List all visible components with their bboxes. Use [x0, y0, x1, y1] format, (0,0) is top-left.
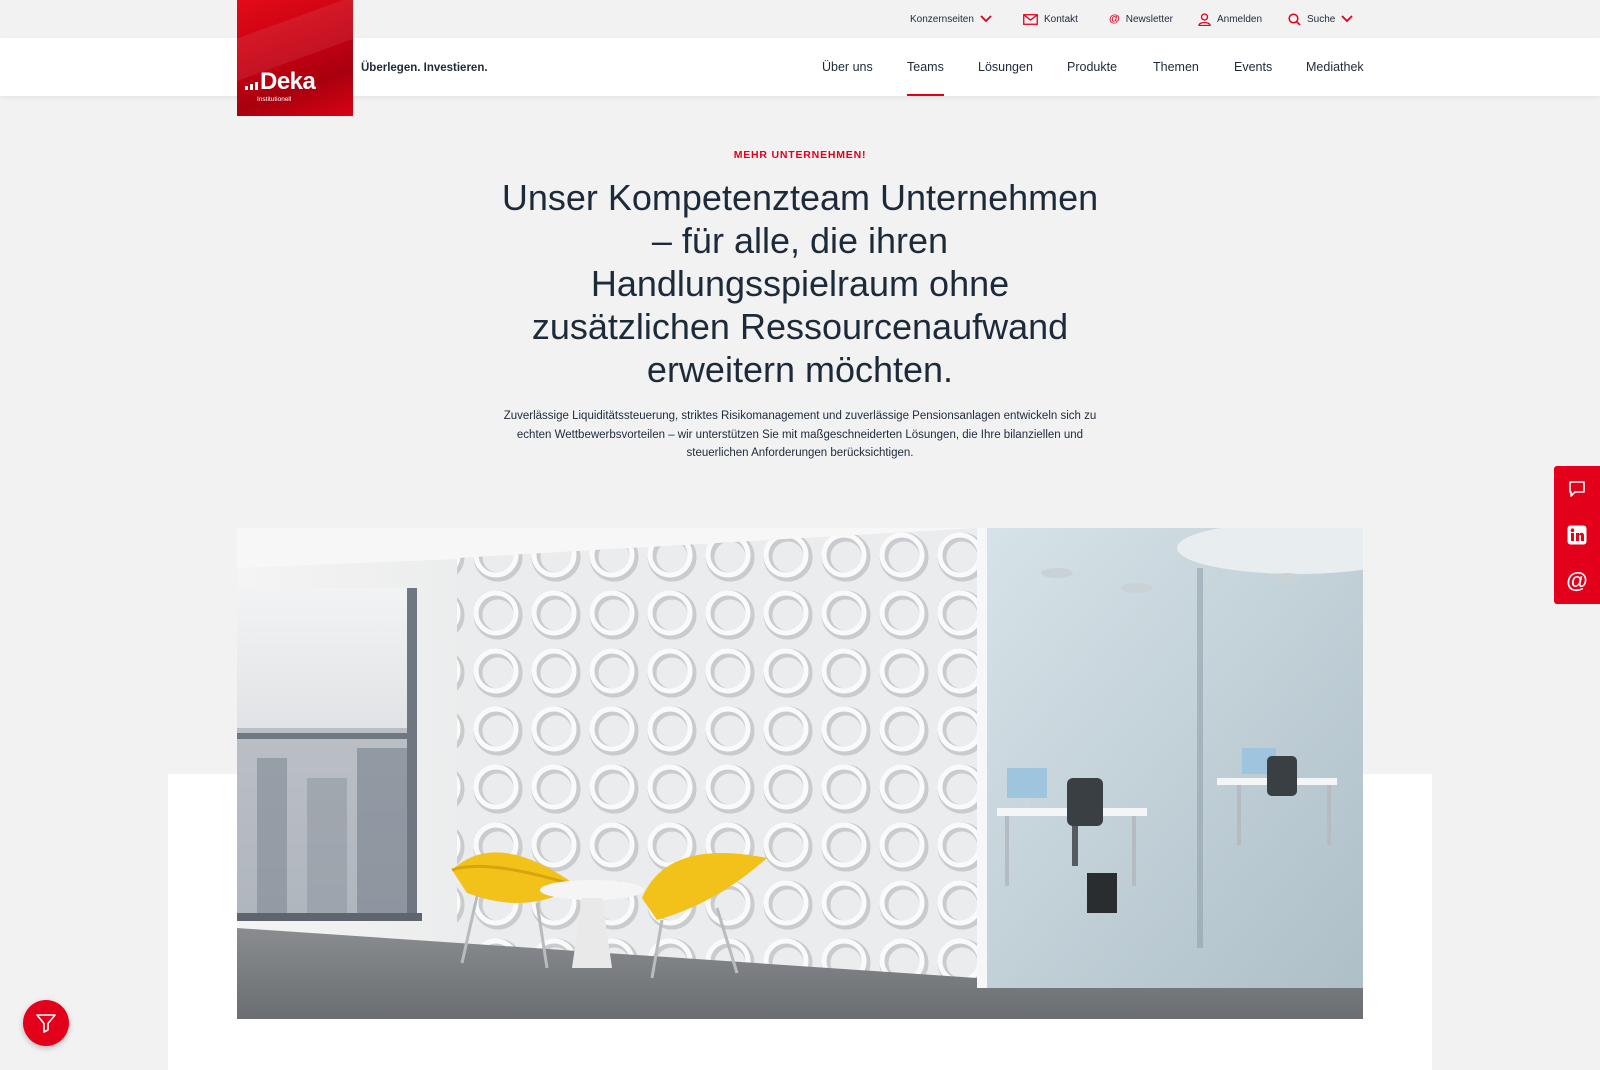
logo-subtitle: Institutionell: [257, 96, 292, 103]
suche-label: Suche: [1307, 13, 1336, 25]
filter-icon: [36, 1014, 56, 1033]
nav-item-loesungen[interactable]: Lösungen: [978, 38, 1033, 96]
chevron-down-icon: [1341, 15, 1353, 23]
deka-logo[interactable]: Deka Institutionell: [237, 0, 353, 116]
nav-item-label: Produkte: [1067, 60, 1118, 74]
nav-item-label: Themen: [1153, 60, 1199, 74]
kontakt-link[interactable]: Kontakt: [1023, 0, 1078, 38]
newsletter-label: Newsletter: [1125, 13, 1173, 25]
nav-item-label: Lösungen: [978, 60, 1033, 74]
hero-eyebrow: MEHR UNTERNEHMEN!: [733, 149, 867, 161]
search-icon: [1288, 12, 1301, 26]
chat-icon: [1569, 481, 1585, 497]
konzernseiten-dropdown[interactable]: Konzernseiten: [910, 0, 992, 38]
at-icon: @: [1109, 13, 1120, 25]
newsletter-link[interactable]: @ Newsletter: [1109, 0, 1173, 38]
email-button[interactable]: @: [1554, 558, 1600, 604]
logo-name: Deka: [260, 68, 316, 95]
logo-wordmark: Deka: [245, 68, 316, 95]
email-at-icon: @: [1566, 568, 1588, 593]
nav-item-label: Events: [1234, 60, 1273, 74]
nav-item-label: Mediathek: [1306, 60, 1364, 74]
hero-intro: Zuverlässige Liquiditätssteuerung, strik…: [503, 410, 1097, 459]
konzernseiten-label: Konzernseiten: [910, 13, 974, 25]
hero-image: [237, 528, 1363, 1019]
chevron-down-icon: [980, 15, 992, 23]
nav-item-produkte[interactable]: Produkte: [1067, 38, 1117, 96]
nav-item-ueber-uns[interactable]: Über uns: [822, 38, 873, 96]
side-action-bar: @: [1554, 466, 1600, 604]
linkedin-button[interactable]: [1554, 512, 1600, 558]
logo-bars-icon: [245, 82, 258, 90]
nav-item-label: Über uns: [822, 60, 873, 74]
filter-button[interactable]: [23, 1000, 69, 1046]
anmelden-label: Anmelden: [1217, 13, 1263, 25]
nav-item-teams[interactable]: Teams: [907, 38, 944, 96]
brand-tagline: Überlegen. Investieren.: [361, 62, 488, 74]
suche-dropdown[interactable]: Suche: [1288, 0, 1353, 38]
user-icon: [1198, 12, 1211, 26]
nav-item-mediathek[interactable]: Mediathek: [1306, 38, 1364, 96]
nav-item-themen[interactable]: Themen: [1153, 38, 1199, 96]
linkedin-icon: [1567, 525, 1587, 545]
kontakt-label: Kontakt: [1044, 13, 1078, 25]
page-title: Unser Kompetenzteam Unternehmen – für al…: [501, 177, 1099, 390]
mail-icon: [1023, 13, 1038, 25]
nav-item-events[interactable]: Events: [1234, 38, 1272, 96]
chat-button[interactable]: [1554, 466, 1600, 512]
nav-item-label: Teams: [907, 60, 944, 74]
anmelden-link[interactable]: Anmelden: [1198, 0, 1262, 38]
